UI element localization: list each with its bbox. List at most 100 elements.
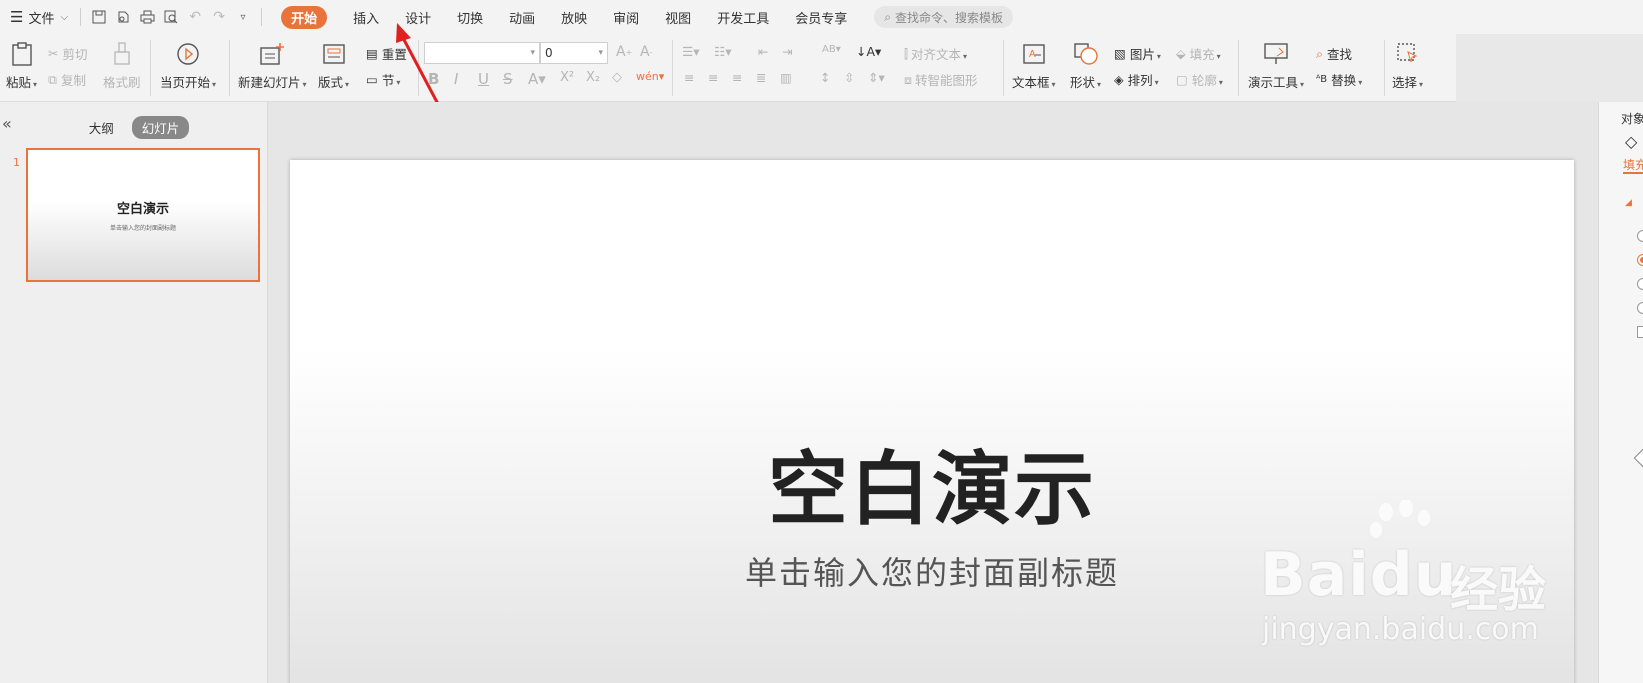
fill-tab-icon[interactable]: ◇ <box>1625 132 1637 151</box>
paint-bucket-icon: ⬙ <box>1176 46 1186 61</box>
undo-icon[interactable]: ↶ <box>184 6 206 28</box>
tab-view[interactable]: 视图 <box>652 0 704 34</box>
ribbon-home: 粘贴 ✂剪切 ⧉复制 格式刷 当页开始 新建幻灯片 版式 ▤重置 ▭节 ▾ 0▾… <box>0 34 1456 102</box>
picture-label: 图片 <box>1130 44 1161 63</box>
hamburger-icon: ☰ <box>10 8 24 26</box>
distribute-icon[interactable]: ▥ <box>780 70 792 85</box>
copy-button[interactable]: ⧉ 复制 <box>48 70 86 89</box>
select-button[interactable]: 选择 <box>1392 40 1423 91</box>
fill-button[interactable]: ⬙ 填充 <box>1176 44 1221 63</box>
customize-toolbar-icon[interactable]: ▿ <box>232 6 254 28</box>
pane-header: 对象 <box>1621 112 1643 126</box>
watermark-product: 经验 <box>1450 562 1547 618</box>
tab-outline[interactable]: 大纲 <box>79 116 124 139</box>
find-button[interactable]: ⌕ 查找 <box>1316 44 1352 63</box>
gradient-angle-icon[interactable] <box>1633 446 1643 470</box>
increase-indent-icon[interactable]: ⇥ <box>782 44 792 59</box>
new-slide-button[interactable]: 新建幻灯片 <box>238 40 307 91</box>
redo-icon[interactable]: ↷ <box>208 6 230 28</box>
sort-icon[interactable]: ↓A▾ <box>856 44 881 59</box>
tab-review[interactable]: 审阅 <box>600 0 652 34</box>
cut-button[interactable]: ✂ 剪切 <box>48 44 88 63</box>
numbering-icon[interactable]: ☷▾ <box>714 44 731 59</box>
tab-slideshow[interactable]: 放映 <box>548 0 600 34</box>
find-label: 查找 <box>1327 47 1353 62</box>
menu-bar: ☰ 文件 ⌵ ↶ ↷ ▿ 开始 插入 设计 切换 动画 放映 审阅 视图 开发工… <box>0 0 1643 34</box>
align-center-icon[interactable]: ≡ <box>708 70 718 85</box>
app-window: ☰ 文件 ⌵ ↶ ↷ ▿ 开始 插入 设计 切换 动画 放映 审阅 视图 开发工… <box>0 0 1643 683</box>
char-spacing-icon[interactable]: AB▾ <box>822 44 841 55</box>
shapes-label: 形状 <box>1070 72 1101 91</box>
subscript-icon[interactable]: X₂ <box>586 70 600 85</box>
tab-home[interactable]: 开始 <box>268 0 340 34</box>
chevron-down-icon: ▾ <box>530 48 535 58</box>
tab-member[interactable]: 会员专享 <box>782 0 860 34</box>
tab-slideshow-label: 放映 <box>561 11 588 27</box>
save-icon[interactable] <box>88 6 110 28</box>
fill-option-radio[interactable] <box>1637 302 1643 314</box>
pane-tabs: 大纲 幻灯片 <box>0 116 268 139</box>
smart-art-button[interactable]: ⧈ 转智能图形 <box>904 70 977 89</box>
smart-art-icon: ⧈ <box>904 71 912 87</box>
new-slide-label: 新建幻灯片 <box>238 72 307 91</box>
bullets-icon[interactable]: ☰▾ <box>682 44 699 59</box>
font-color-icon[interactable]: A▾ <box>528 70 546 88</box>
fill-option-checkbox[interactable] <box>1637 326 1643 338</box>
textbox-button[interactable]: A 文本框 <box>1012 40 1056 91</box>
paragraph-spacing-icon[interactable]: ⇳ <box>844 70 854 85</box>
italic-icon[interactable]: I <box>454 70 458 88</box>
arrange-label: 排列 <box>1128 70 1159 89</box>
format-painter-button[interactable]: 格式刷 <box>103 40 141 91</box>
presenter-icon <box>1262 40 1290 68</box>
play-from-current-label: 当页开始 <box>160 72 216 91</box>
text-direction-icon[interactable]: ⇕▾ <box>868 70 885 85</box>
align-text-button[interactable]: ⫿ 对齐文本 <box>904 44 967 63</box>
align-right-icon[interactable]: ≡ <box>732 70 742 85</box>
line-spacing-icon[interactable]: ↕ <box>820 70 830 85</box>
increase-font-icon[interactable]: A + <box>616 44 632 60</box>
tab-slides[interactable]: 幻灯片 <box>131 116 190 139</box>
print-preview-icon[interactable] <box>160 6 182 28</box>
replace-button[interactable]: ᴬB 替换 <box>1316 70 1362 89</box>
slide-thumbnail[interactable]: 空白演示 单击输入您的封面副标题 <box>26 148 260 282</box>
collapse-section-icon[interactable]: ◢ <box>1625 198 1632 208</box>
play-icon <box>174 40 202 68</box>
tab-animation[interactable]: 动画 <box>496 0 548 34</box>
presenter-tools-button[interactable]: 演示工具 <box>1248 40 1304 91</box>
divider <box>261 8 263 26</box>
file-menu[interactable]: ☰ 文件 ⌵ <box>4 0 74 34</box>
tab-review-label: 审阅 <box>613 11 640 27</box>
strikethrough-icon[interactable]: S <box>503 70 513 88</box>
font-size-select[interactable]: 0 ▾ <box>540 42 608 64</box>
outline-button[interactable]: ▢ 轮廓 <box>1176 70 1223 89</box>
paste-button[interactable]: 粘贴 <box>6 40 37 91</box>
tab-developer[interactable]: 开发工具 <box>704 0 782 34</box>
superscript-icon[interactable]: X² <box>560 70 574 85</box>
tab-fill[interactable]: 填充 <box>1623 156 1643 173</box>
tab-transitions[interactable]: 切换 <box>444 0 496 34</box>
clipboard-icon <box>8 40 36 68</box>
brush-icon <box>108 40 136 68</box>
export-pdf-icon[interactable] <box>112 6 134 28</box>
decrease-indent-icon[interactable]: ⇤ <box>758 44 768 59</box>
decrease-font-icon[interactable]: A- <box>640 44 652 60</box>
fill-option-radio[interactable] <box>1637 278 1643 290</box>
align-left-icon[interactable]: ≡ <box>684 70 694 85</box>
fill-option-radio-selected[interactable] <box>1637 254 1643 266</box>
justify-icon[interactable]: ≣ <box>756 70 766 85</box>
picture-button[interactable]: ▧ 图片 <box>1114 44 1161 63</box>
print-icon[interactable] <box>136 6 158 28</box>
shapes-button[interactable]: 形状 <box>1070 40 1101 91</box>
command-search[interactable]: ⌕ 查找命令、搜索模板 <box>874 6 1013 28</box>
layout-button[interactable]: 版式 <box>318 40 349 91</box>
phonetic-guide-icon[interactable]: wén▾ <box>636 70 664 83</box>
clear-format-icon[interactable]: ◇ <box>612 70 622 85</box>
play-from-current-button[interactable]: 当页开始 <box>160 40 216 91</box>
baidu-watermark: Baidu 经验 jingyan.baidu.com <box>1260 500 1560 650</box>
command-search-placeholder: 查找命令、搜索模板 <box>894 10 1003 25</box>
fill-option-radio[interactable] <box>1637 230 1643 242</box>
replace-label: 替换 <box>1331 70 1362 89</box>
arrange-button[interactable]: ◈ 排列 <box>1114 70 1159 89</box>
underline-icon[interactable]: U <box>478 70 489 88</box>
layout-label: 版式 <box>318 72 349 91</box>
